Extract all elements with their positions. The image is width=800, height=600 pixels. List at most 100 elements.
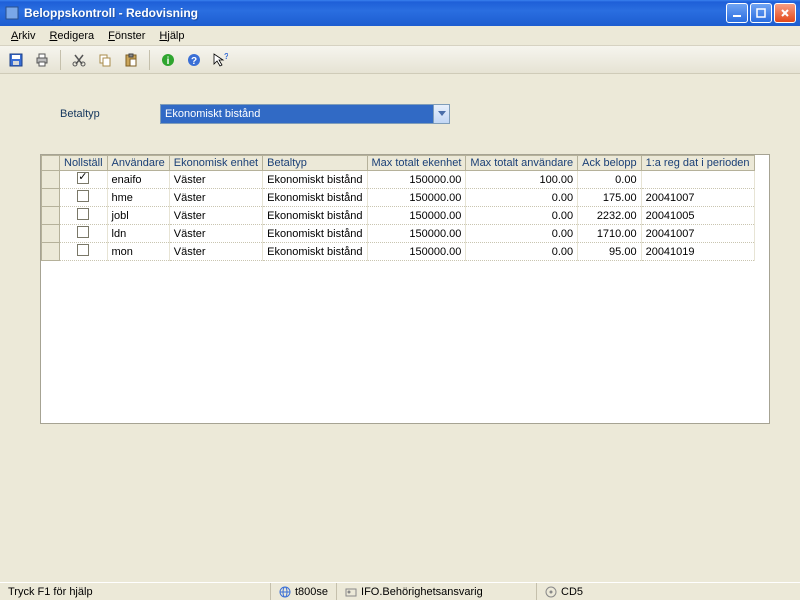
- cut-button[interactable]: [69, 50, 89, 70]
- row-selector[interactable]: [42, 189, 60, 207]
- cell-nollstall[interactable]: [60, 189, 108, 207]
- betaltyp-row: Betaltyp Ekonomiskt bistånd: [60, 104, 770, 124]
- cell-max-ekenhet[interactable]: 150000.00: [367, 189, 466, 207]
- print-button[interactable]: [32, 50, 52, 70]
- status-bar: Tryck F1 för hjälp t800se IFO.Behörighet…: [0, 582, 800, 600]
- svg-text:i: i: [167, 56, 170, 67]
- cell-betaltyp[interactable]: Ekonomiskt bistånd: [263, 189, 367, 207]
- cell-reg-dat[interactable]: 20041019: [641, 243, 754, 261]
- save-icon: [8, 52, 24, 68]
- header-anvandare[interactable]: Användare: [107, 156, 169, 171]
- cell-ack-belopp[interactable]: 0.00: [578, 171, 641, 189]
- checkbox[interactable]: [77, 208, 89, 220]
- cell-max-ekenhet[interactable]: 150000.00: [367, 207, 466, 225]
- cell-nollstall[interactable]: [60, 225, 108, 243]
- data-grid[interactable]: Nollställ Användare Ekonomisk enhet Beta…: [41, 155, 755, 261]
- help-button[interactable]: ?: [184, 50, 204, 70]
- cell-anvandare[interactable]: enaifo: [107, 171, 169, 189]
- cell-nollstall[interactable]: [60, 243, 108, 261]
- title-bar: Beloppskontroll - Redovisning: [0, 0, 800, 26]
- app-icon: [4, 5, 20, 21]
- row-selector[interactable]: [42, 171, 60, 189]
- betaltyp-dropdown[interactable]: Ekonomiskt bistånd: [160, 104, 450, 124]
- copy-icon: [97, 52, 113, 68]
- menu-arkiv[interactable]: Arkiv: [4, 28, 42, 44]
- status-server: t800se: [270, 583, 336, 600]
- cell-ack-belopp[interactable]: 95.00: [578, 243, 641, 261]
- cell-ekonomisk-enhet[interactable]: Väster: [169, 207, 262, 225]
- header-betaltyp[interactable]: Betaltyp: [263, 156, 367, 171]
- globe-icon: [279, 586, 291, 598]
- cell-betaltyp[interactable]: Ekonomiskt bistånd: [263, 225, 367, 243]
- table-row[interactable]: ldnVästerEkonomiskt bistånd150000.000.00…: [42, 225, 755, 243]
- cell-max-anvandare[interactable]: 0.00: [466, 207, 578, 225]
- menu-hjalp[interactable]: Hjälp: [152, 28, 191, 44]
- minimize-button[interactable]: [726, 3, 748, 23]
- table-header-row: Nollställ Användare Ekonomisk enhet Beta…: [42, 156, 755, 171]
- cell-betaltyp[interactable]: Ekonomiskt bistånd: [263, 171, 367, 189]
- header-max-totalt-anvandare[interactable]: Max totalt användare: [466, 156, 578, 171]
- cell-max-ekenhet[interactable]: 150000.00: [367, 225, 466, 243]
- menu-fonster[interactable]: Fönster: [101, 28, 152, 44]
- cell-betaltyp[interactable]: Ekonomiskt bistånd: [263, 243, 367, 261]
- table-row[interactable]: hmeVästerEkonomiskt bistånd150000.000.00…: [42, 189, 755, 207]
- save-button[interactable]: [6, 50, 26, 70]
- cell-betaltyp[interactable]: Ekonomiskt bistånd: [263, 207, 367, 225]
- cell-anvandare[interactable]: hme: [107, 189, 169, 207]
- cell-reg-dat[interactable]: 20041005: [641, 207, 754, 225]
- header-rowselect[interactable]: [42, 156, 60, 171]
- cell-anvandare[interactable]: jobl: [107, 207, 169, 225]
- status-code: CD5: [536, 583, 800, 600]
- table-row[interactable]: monVästerEkonomiskt bistånd150000.000.00…: [42, 243, 755, 261]
- cell-ack-belopp[interactable]: 175.00: [578, 189, 641, 207]
- cell-reg-dat[interactable]: [641, 171, 754, 189]
- cell-max-anvandare[interactable]: 0.00: [466, 189, 578, 207]
- header-reg-dat[interactable]: 1:a reg dat i perioden: [641, 156, 754, 171]
- cell-max-ekenhet[interactable]: 150000.00: [367, 243, 466, 261]
- cell-anvandare[interactable]: ldn: [107, 225, 169, 243]
- cell-reg-dat[interactable]: 20041007: [641, 225, 754, 243]
- checkbox[interactable]: [77, 172, 89, 184]
- cell-anvandare[interactable]: mon: [107, 243, 169, 261]
- close-button[interactable]: [774, 3, 796, 23]
- row-selector[interactable]: [42, 243, 60, 261]
- cell-max-anvandare[interactable]: 0.00: [466, 225, 578, 243]
- help-icon: ?: [186, 52, 202, 68]
- chevron-down-icon: [438, 110, 446, 118]
- row-selector[interactable]: [42, 225, 60, 243]
- maximize-button[interactable]: [750, 3, 772, 23]
- paste-icon: [123, 52, 139, 68]
- paste-button[interactable]: [121, 50, 141, 70]
- whatsthis-button[interactable]: ?: [210, 50, 230, 70]
- toolbar: i ? ?: [0, 46, 800, 74]
- info-button[interactable]: i: [158, 50, 178, 70]
- cell-nollstall[interactable]: [60, 171, 108, 189]
- cell-ekonomisk-enhet[interactable]: Väster: [169, 171, 262, 189]
- checkbox[interactable]: [77, 226, 89, 238]
- table-row[interactable]: joblVästerEkonomiskt bistånd150000.000.0…: [42, 207, 755, 225]
- header-ekonomisk-enhet[interactable]: Ekonomisk enhet: [169, 156, 262, 171]
- checkbox[interactable]: [77, 190, 89, 202]
- cell-ekonomisk-enhet[interactable]: Väster: [169, 225, 262, 243]
- dropdown-button[interactable]: [433, 105, 449, 123]
- header-nollstall[interactable]: Nollställ: [60, 156, 108, 171]
- cell-ekonomisk-enhet[interactable]: Väster: [169, 189, 262, 207]
- window-title: Beloppskontroll - Redovisning: [24, 6, 726, 20]
- header-max-totalt-ekenhet[interactable]: Max totalt ekenhet: [367, 156, 466, 171]
- cell-max-anvandare[interactable]: 0.00: [466, 243, 578, 261]
- cell-nollstall[interactable]: [60, 207, 108, 225]
- menu-redigera[interactable]: Redigera: [42, 28, 101, 44]
- table-row[interactable]: enaifoVästerEkonomiskt bistånd150000.001…: [42, 171, 755, 189]
- cell-reg-dat[interactable]: 20041007: [641, 189, 754, 207]
- header-ack-belopp[interactable]: Ack belopp: [578, 156, 641, 171]
- menu-bar: Arkiv Redigera Fönster Hjälp: [0, 26, 800, 46]
- cell-max-ekenhet[interactable]: 150000.00: [367, 171, 466, 189]
- row-selector[interactable]: [42, 207, 60, 225]
- cell-ekonomisk-enhet[interactable]: Väster: [169, 243, 262, 261]
- checkbox[interactable]: [77, 244, 89, 256]
- cell-ack-belopp[interactable]: 1710.00: [578, 225, 641, 243]
- cell-ack-belopp[interactable]: 2232.00: [578, 207, 641, 225]
- copy-button[interactable]: [95, 50, 115, 70]
- content-area: Betaltyp Ekonomiskt bistånd Nollställ An…: [0, 74, 800, 434]
- cell-max-anvandare[interactable]: 100.00: [466, 171, 578, 189]
